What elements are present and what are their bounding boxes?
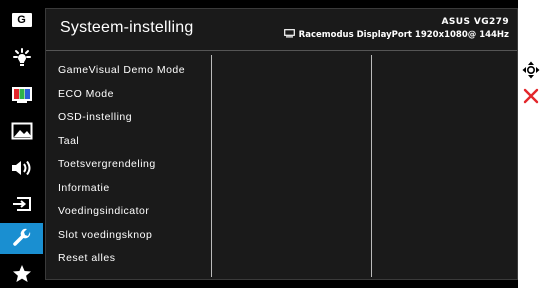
control-hints: [520, 60, 541, 110]
close-icon: [523, 88, 539, 109]
sidebar-item-sound[interactable]: [0, 154, 43, 182]
menu-item-key-lock[interactable]: Toetsvergrendeling: [58, 153, 213, 177]
column-divider-2: [371, 55, 372, 277]
sidebar-item-favorites[interactable]: [0, 260, 43, 288]
input-select-icon: [11, 195, 33, 213]
sidebar: G: [0, 0, 43, 288]
sidebar-item-image[interactable]: [0, 117, 43, 145]
star-icon: [12, 264, 32, 284]
sidebar-item-system-setup[interactable]: [0, 223, 43, 254]
menu-item-gamevisual-demo[interactable]: GameVisual Demo Mode: [58, 59, 213, 83]
status-line: Racemodus DisplayPort 1920x1080@ 144Hz: [283, 29, 509, 41]
sound-icon: [10, 159, 34, 177]
brightness-icon: [11, 47, 33, 69]
menu-item-eco-mode[interactable]: ECO Mode: [58, 83, 213, 107]
wrench-icon: [11, 228, 33, 250]
color-bars-icon: [11, 86, 33, 104]
page-title: Systeem-instelling: [60, 19, 194, 36]
settings-panel: Systeem-instelling ASUS VG279 Racemodus …: [45, 8, 518, 280]
sidebar-item-gamevisual[interactable]: G: [0, 6, 43, 34]
menu-item-power-key-lock[interactable]: Slot voedingsknop: [58, 224, 213, 248]
image-icon: [11, 122, 33, 140]
menu-item-power-indicator[interactable]: Voedingsindicator: [58, 200, 213, 224]
menu-item-osd-setup[interactable]: OSD-instelling: [58, 106, 213, 130]
osd-window: G Systeem-instelling ASUS VG279 Racemodu…: [0, 0, 518, 288]
menu-item-language[interactable]: Taal: [58, 130, 213, 154]
navigate-button[interactable]: [520, 60, 541, 84]
five-way-joystick-icon: [522, 61, 540, 84]
settings-menu: GameVisual Demo Mode ECO Mode OSD-instel…: [58, 59, 213, 271]
mode-text: Racemodus DisplayPort 1920x1080@ 144Hz: [298, 30, 509, 40]
column-divider-1: [211, 55, 212, 277]
menu-item-information[interactable]: Informatie: [58, 177, 213, 201]
sidebar-item-input[interactable]: [0, 190, 43, 218]
menu-item-reset-all[interactable]: Reset alles: [58, 247, 213, 271]
gamevisual-icon: G: [11, 13, 32, 27]
header-divider: [46, 50, 517, 51]
model-name: ASUS VG279: [441, 17, 509, 27]
sidebar-item-color[interactable]: [0, 81, 43, 109]
close-button[interactable]: [520, 86, 541, 110]
monitor-icon: [283, 29, 295, 41]
sidebar-item-brightness[interactable]: [0, 44, 43, 72]
